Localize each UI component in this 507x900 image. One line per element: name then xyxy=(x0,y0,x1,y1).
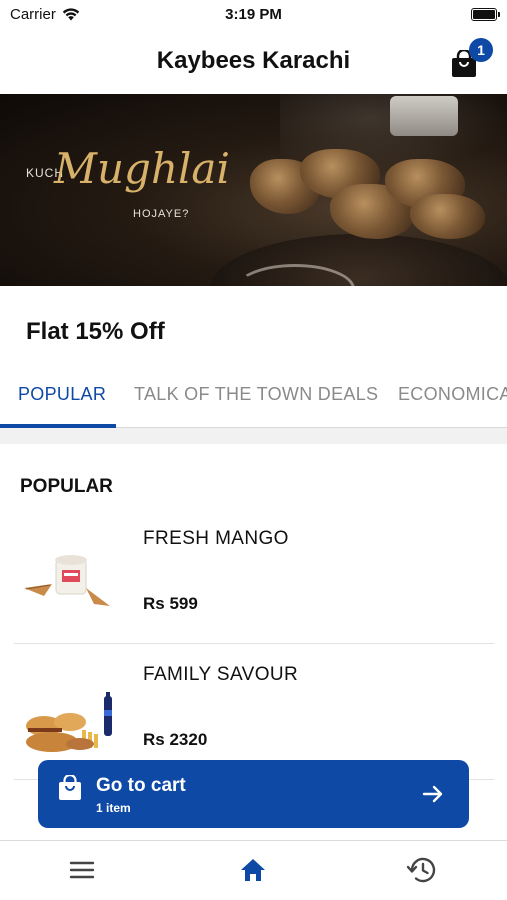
category-tabs: POPULAR TALK OF THE TOWN DEALS ECONOMICA xyxy=(0,376,507,428)
item-name: FAMILY SAVOUR xyxy=(143,664,299,685)
tab-talk-of-the-town-deals[interactable]: TALK OF THE TOWN DEALS xyxy=(134,384,378,405)
history-icon xyxy=(406,857,436,883)
item-thumbnail xyxy=(22,548,118,618)
battery-icon xyxy=(471,8,500,21)
clock: 3:19 PM xyxy=(225,6,282,23)
promo-banner[interactable]: KUCH Mughlai HOJAYE? xyxy=(0,94,507,286)
cart-button[interactable]: 1 xyxy=(451,38,493,80)
page-title: Kaybees Karachi xyxy=(156,47,351,74)
promo-text: Flat 15% Off xyxy=(26,318,165,345)
item-thumbnail xyxy=(22,692,118,762)
item-price: Rs 599 xyxy=(143,594,198,613)
cart-count-badge: 1 xyxy=(469,38,493,62)
ice-cream-image xyxy=(24,555,110,606)
section-divider xyxy=(0,428,507,444)
status-bar: Carrier 3:19 PM xyxy=(0,0,507,30)
go-to-cart-label: Go to cart xyxy=(96,775,186,796)
nav-menu-button[interactable] xyxy=(68,855,102,885)
bottom-navigation xyxy=(0,840,507,900)
nav-home-button[interactable] xyxy=(238,855,272,885)
banner-food-piece xyxy=(410,194,485,239)
tab-popular[interactable]: POPULAR xyxy=(18,384,106,405)
list-item[interactable]: FRESH MANGO Rs 599 xyxy=(14,508,494,644)
tab-economical[interactable]: ECONOMICA xyxy=(398,384,507,405)
item-name: FRESH MANGO xyxy=(143,528,289,549)
cart-item-count: 1 item xyxy=(96,801,131,815)
app-header: Kaybees Karachi 1 xyxy=(0,30,507,94)
banner-line-2: Mughlai xyxy=(54,144,230,193)
arrow-right-icon xyxy=(422,785,443,803)
go-to-cart-button[interactable]: Go to cart 1 item xyxy=(38,760,469,828)
menu-icon xyxy=(69,861,95,879)
section-title: POPULAR xyxy=(20,476,113,497)
nav-history-button[interactable] xyxy=(406,855,440,885)
item-price: Rs 2320 xyxy=(143,730,208,749)
banner-pot-image xyxy=(390,96,458,136)
home-icon xyxy=(241,859,265,881)
banner-line-3: HOJAYE? xyxy=(133,208,190,220)
meal-deal-image xyxy=(26,692,112,752)
shopping-bag-icon xyxy=(59,775,81,800)
